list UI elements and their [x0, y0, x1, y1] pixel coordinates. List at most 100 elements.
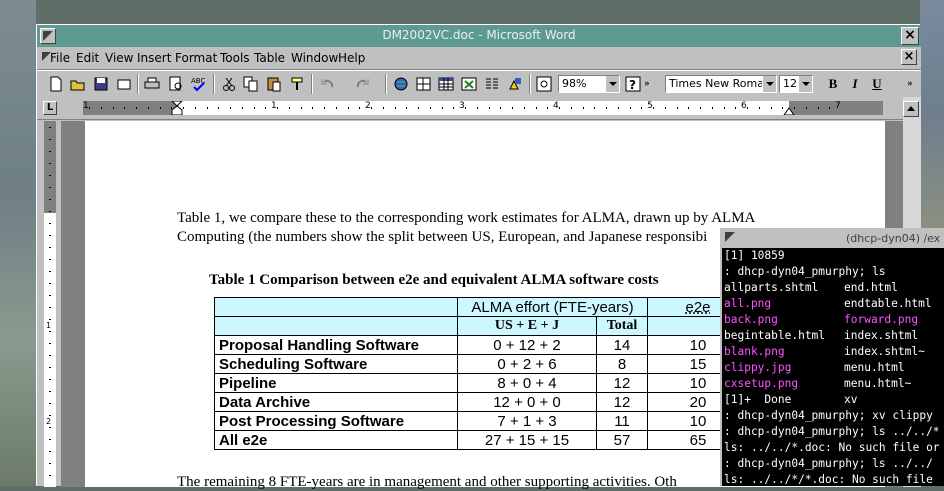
ruler-tick — [49, 175, 51, 176]
ruler-tick — [711, 107, 713, 109]
e2e-header: e2e — [685, 298, 711, 316]
copy-icon[interactable] — [242, 75, 260, 93]
tab-selector-button[interactable]: L — [43, 101, 57, 115]
table-header-row: US + E + J Total — [214, 316, 749, 336]
bold-button[interactable]: B — [824, 75, 842, 93]
table-cell: 0 + 12 + 2 — [457, 335, 597, 355]
menu-tools[interactable]: Tools — [220, 51, 250, 65]
ruler-tick — [418, 107, 419, 109]
underline-button[interactable]: U — [868, 75, 886, 93]
ruler-tick — [653, 107, 654, 109]
italic-button[interactable]: I — [846, 75, 864, 93]
zoom-combo[interactable]: 98% — [558, 75, 620, 93]
table-cell: Scheduling Software — [214, 354, 458, 374]
menu-window[interactable]: Window — [291, 51, 338, 65]
terminal-filename: xv — [844, 393, 858, 406]
toolbar-separator — [213, 74, 215, 94]
right-indent-marker-icon[interactable] — [783, 107, 795, 115]
terminal-line: ls: ../../*/*.doc: No such file — [724, 473, 933, 486]
toolbar-overflow-icon[interactable]: » — [905, 75, 915, 93]
ruler-tick — [230, 107, 231, 109]
print-preview-icon[interactable] — [167, 75, 185, 93]
permission-icon[interactable] — [115, 75, 133, 93]
terminal-window[interactable]: (dhcp-dyn04) /ex [1] 10859: dhcp-dyn04_p… — [720, 228, 944, 486]
toolbar-overflow-icon[interactable]: » — [642, 75, 652, 93]
menu-help[interactable]: Help — [338, 51, 365, 65]
ruler-tick — [265, 107, 267, 109]
terminal-line: ls: ../../*.doc: No such file or — [724, 441, 940, 454]
print-icon[interactable] — [143, 75, 161, 93]
open-icon[interactable] — [69, 75, 87, 93]
document-map-icon[interactable] — [535, 75, 553, 93]
ruler-number: 3 — [459, 101, 465, 111]
ruler-tick — [49, 151, 51, 152]
tables-borders-icon[interactable] — [415, 75, 433, 93]
ruler-tick — [688, 107, 690, 109]
hyperlink-icon[interactable] — [392, 75, 410, 93]
undo-icon[interactable] — [319, 75, 337, 93]
spelling-icon[interactable]: ABC — [190, 75, 208, 93]
menu-file[interactable]: File — [50, 51, 70, 65]
terminal-line: : dhcp-dyn04_pmurphy; ls ../../ — [724, 457, 933, 470]
ruler-tick — [453, 107, 455, 109]
ruler-tick — [49, 451, 51, 452]
terminal-line: all.png endtable.html — [724, 296, 940, 312]
insert-excel-icon[interactable] — [460, 75, 478, 93]
ruler-tick — [617, 107, 619, 109]
terminal-filename: cxsetup.png — [724, 377, 799, 390]
terminal-filename: clippy.jpg — [724, 361, 792, 374]
horizontal-ruler-row: L 1 1 2 3 4 5 6 7 — [37, 97, 921, 120]
scroll-up-button[interactable] — [903, 101, 919, 117]
font-combo[interactable]: Times New Roman — [665, 75, 777, 93]
terminal-line: [1] 10859 — [724, 249, 785, 262]
ruler-tick — [183, 107, 184, 109]
vertical-ruler[interactable]: 1 2 — [44, 121, 56, 487]
insert-table-icon[interactable] — [437, 75, 455, 93]
ruler-tick — [723, 107, 725, 109]
ruler-tick — [582, 107, 584, 109]
toolbar-separator — [311, 74, 313, 94]
ruler-tick — [512, 107, 513, 109]
ruler-tick — [241, 107, 243, 109]
terminal-menu-icon[interactable] — [725, 232, 737, 244]
chevron-down-icon[interactable] — [762, 76, 776, 92]
standard-toolbar: ABC 98% ? » Times New Roman 12 B I U » — [37, 70, 921, 98]
save-icon[interactable] — [92, 75, 110, 93]
horizontal-ruler[interactable]: 1 1 2 3 4 5 6 7 — [83, 101, 883, 115]
close-window-button[interactable]: × — [901, 27, 919, 45]
font-size-combo[interactable]: 12 — [779, 75, 813, 93]
indent-marker-icon[interactable] — [171, 101, 183, 115]
ruler-tick — [253, 107, 255, 109]
font-size-value: 12 — [783, 77, 797, 90]
ruler-tick — [49, 163, 51, 164]
menu-view[interactable]: View — [105, 51, 133, 65]
table-cell: 11 — [596, 411, 648, 431]
terminal-title-bar[interactable]: (dhcp-dyn04) /ex — [722, 230, 944, 248]
terminal-filename: index.shtml — [844, 329, 919, 342]
new-icon[interactable] — [47, 75, 65, 93]
help-icon[interactable]: ? — [624, 75, 642, 93]
ruler-tick — [594, 107, 596, 109]
terminal-output[interactable]: [1] 10859: dhcp-dyn04_pmurphy; ls allpart… — [724, 248, 940, 486]
ruler-tick — [89, 107, 90, 109]
columns-icon[interactable] — [483, 75, 501, 93]
cut-icon[interactable] — [220, 75, 238, 93]
chevron-down-icon[interactable] — [605, 76, 619, 92]
close-document-button[interactable]: × — [901, 49, 917, 65]
ruler-tick — [676, 107, 678, 109]
menu-table[interactable]: Table — [254, 51, 285, 65]
chevron-down-icon[interactable] — [798, 76, 812, 92]
ruler-tick — [49, 199, 51, 200]
ruler-tick — [382, 107, 384, 109]
paste-icon[interactable] — [265, 75, 283, 93]
ruler-tick — [359, 107, 361, 109]
menu-edit[interactable]: Edit — [76, 51, 99, 65]
ruler-tick — [49, 127, 51, 128]
paragraph-line: Table 1, we compare these to the corresp… — [177, 210, 756, 226]
format-painter-icon[interactable] — [289, 75, 307, 93]
redo-icon[interactable] — [353, 75, 371, 93]
menu-format[interactable]: Format — [175, 51, 217, 65]
drawing-icon[interactable] — [506, 75, 524, 93]
menu-insert[interactable]: Insert — [137, 51, 171, 65]
table-cell: 7 + 1 + 3 — [457, 411, 597, 431]
